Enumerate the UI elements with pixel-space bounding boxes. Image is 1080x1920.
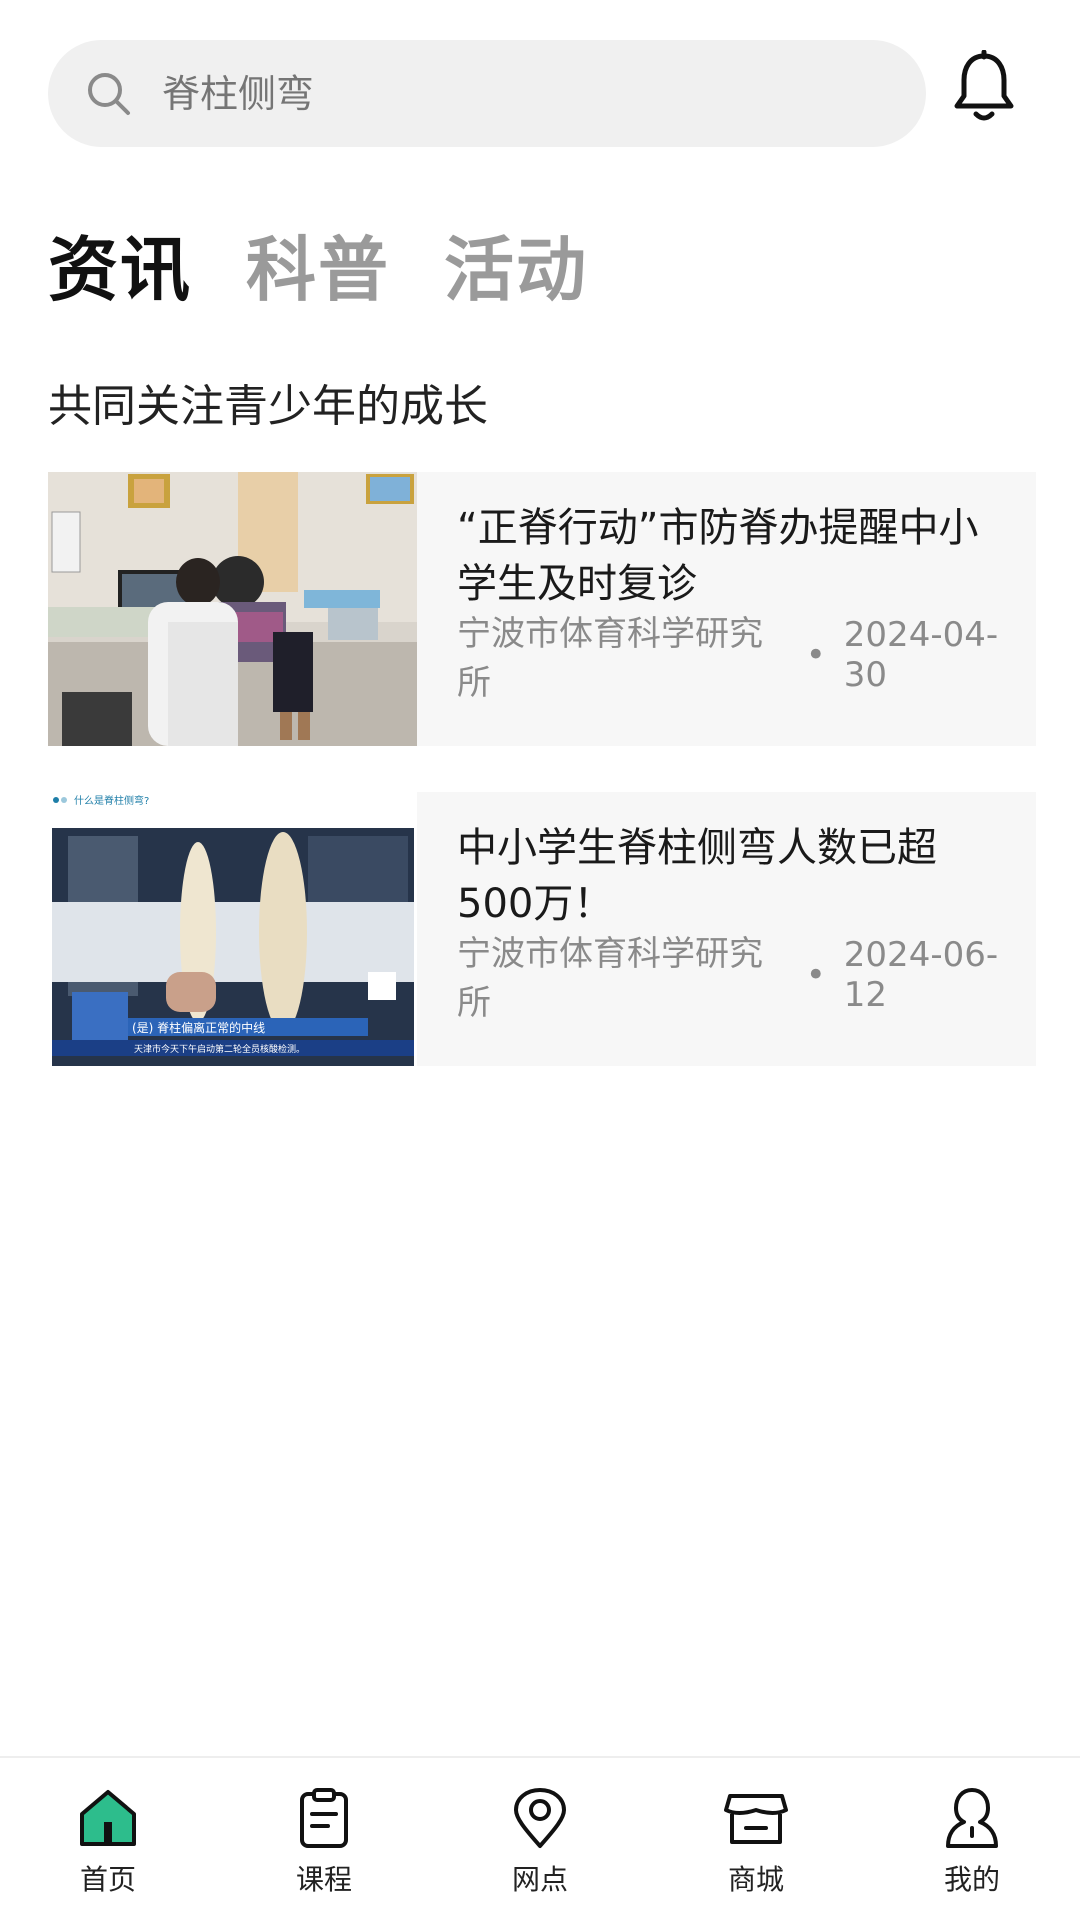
tab-label: 活动 <box>444 229 588 311</box>
tab-science[interactable]: 科普 <box>246 225 390 315</box>
nav-label: 课程 <box>295 1863 352 1896</box>
nav-label: 我的 <box>943 1863 1000 1896</box>
article-title: “正脊行动”市防脊办提醒中小学生及时复诊 <box>457 505 979 607</box>
thumb-ticker: 天津市今天下午启动第二轮全员核酸检测。 <box>134 1043 305 1055</box>
user-icon <box>940 1786 1004 1850</box>
article-body: 中小学生脊柱侧弯人数已超500万！ 宁波市体育科学研究所 • 2024-06-1… <box>417 792 1036 1066</box>
tab-activities[interactable]: 活动 <box>444 225 588 315</box>
tab-label: 科普 <box>246 229 390 311</box>
search-bar[interactable] <box>48 40 926 147</box>
article-card[interactable]: “正脊行动”市防脊办提醒中小学生及时复诊 宁波市体育科学研究所 • 2024-0… <box>48 472 1036 746</box>
thumb-caption: (是) 脊柱偏离正常的中线 <box>132 1020 265 1035</box>
thumb-top-text: 什么是脊柱侧弯? <box>74 794 149 807</box>
nav-label: 网点 <box>511 1863 568 1896</box>
home-icon <box>76 1786 140 1850</box>
article-thumbnail <box>48 472 417 746</box>
meta-separator: • <box>805 635 826 675</box>
section-title: 共同关注青少年的成长 <box>48 381 488 432</box>
header <box>0 0 1080 170</box>
location-pin-icon <box>508 1786 572 1850</box>
search-input[interactable] <box>160 70 860 117</box>
tab-label: 资讯 <box>48 229 192 311</box>
notification-bell-icon[interactable] <box>952 49 1016 124</box>
nav-locations[interactable]: 网点 <box>432 1758 648 1920</box>
article-meta: 宁波市体育科学研究所 • 2024-04-30 <box>457 606 1036 704</box>
tab-news[interactable]: 资讯 <box>48 225 192 315</box>
nav-label: 商城 <box>727 1863 784 1896</box>
meta-separator: • <box>805 955 826 995</box>
nav-label: 首页 <box>79 1863 136 1896</box>
article-date: 2024-04-30 <box>843 615 999 695</box>
article-card[interactable]: 什么是脊柱侧弯? (是) 脊柱偏离正常的中线 天津市今天下午启动第二轮全员核酸检… <box>48 792 1036 1066</box>
nav-courses[interactable]: 课程 <box>216 1758 432 1920</box>
store-icon <box>724 1786 788 1850</box>
article-source: 宁波市体育科学研究所 <box>457 614 763 703</box>
article-date: 2024-06-12 <box>843 935 999 1015</box>
article-source: 宁波市体育科学研究所 <box>457 934 763 1023</box>
article-thumbnail: 什么是脊柱侧弯? (是) 脊柱偏离正常的中线 天津市今天下午启动第二轮全员核酸检… <box>48 792 417 1066</box>
category-tabs: 资讯 科普 活动 <box>48 225 642 315</box>
clipboard-icon <box>292 1786 356 1850</box>
article-meta: 宁波市体育科学研究所 • 2024-06-12 <box>457 926 1036 1024</box>
search-icon <box>86 71 132 117</box>
nav-store[interactable]: 商城 <box>648 1758 864 1920</box>
article-body: “正脊行动”市防脊办提醒中小学生及时复诊 宁波市体育科学研究所 • 2024-0… <box>417 472 1036 746</box>
nav-profile[interactable]: 我的 <box>864 1758 1080 1920</box>
nav-home[interactable]: 首页 <box>0 1758 216 1920</box>
article-title: 中小学生脊柱侧弯人数已超500万！ <box>457 825 937 927</box>
bottom-nav: 首页 课程 网点 商城 我的 <box>0 1756 1080 1920</box>
